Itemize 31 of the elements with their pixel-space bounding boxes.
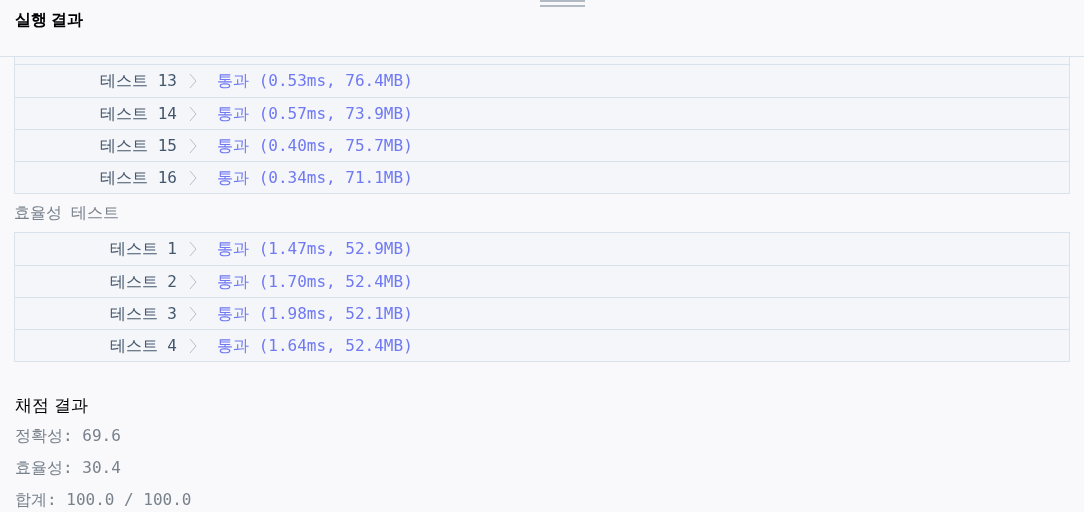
test-result: 통과 (0.57ms, 73.9MB) (217, 102, 413, 125)
chevron-right-icon (189, 305, 197, 322)
test-result: 통과 (1.70ms, 52.4MB) (217, 270, 413, 293)
test-result: 통과 (1.98ms, 52.1MB) (217, 302, 413, 325)
test-label: 테스트 15 (99, 134, 177, 157)
section-heading: 효율성 테스트 (14, 203, 120, 223)
test-result: 통과 (1.47ms, 52.9MB) (217, 238, 413, 260)
score-title: 채점 결과 (15, 395, 89, 417)
score-line: 효율성: 30.4 (15, 457, 122, 479)
test-result: 통과 (1.64ms, 52.4MB) (217, 334, 413, 357)
test-label: 테스트 13 (99, 70, 177, 92)
chevron-right-icon (189, 105, 197, 122)
chevron-right-icon (189, 273, 197, 290)
test-label: 테스트 3 (108, 302, 177, 325)
drag-handle[interactable] (540, 0, 585, 7)
score-line: 합계: 100.0 / 100.0 (15, 489, 193, 511)
test-label: 테스트 16 (99, 166, 177, 189)
panel-title: 실행 결과 (15, 9, 84, 30)
score-line: 정확성: 69.6 (15, 425, 122, 447)
chevron-right-icon (189, 241, 197, 257)
test-result: 통과 (0.53ms, 76.4MB) (217, 70, 413, 92)
chevron-right-icon (189, 337, 197, 354)
test-label: 테스트 4 (108, 334, 177, 357)
test-result: 통과 (0.40ms, 75.7MB) (217, 134, 413, 157)
chevron-right-icon (189, 169, 197, 186)
chevron-right-icon (189, 137, 197, 154)
test-result: 통과 (0.34ms, 71.1MB) (217, 166, 413, 189)
chevron-right-icon (189, 73, 197, 89)
test-label: 테스트 14 (99, 102, 177, 125)
test-label: 테스트 1 (108, 238, 177, 260)
test-label: 테스트 2 (108, 270, 177, 293)
